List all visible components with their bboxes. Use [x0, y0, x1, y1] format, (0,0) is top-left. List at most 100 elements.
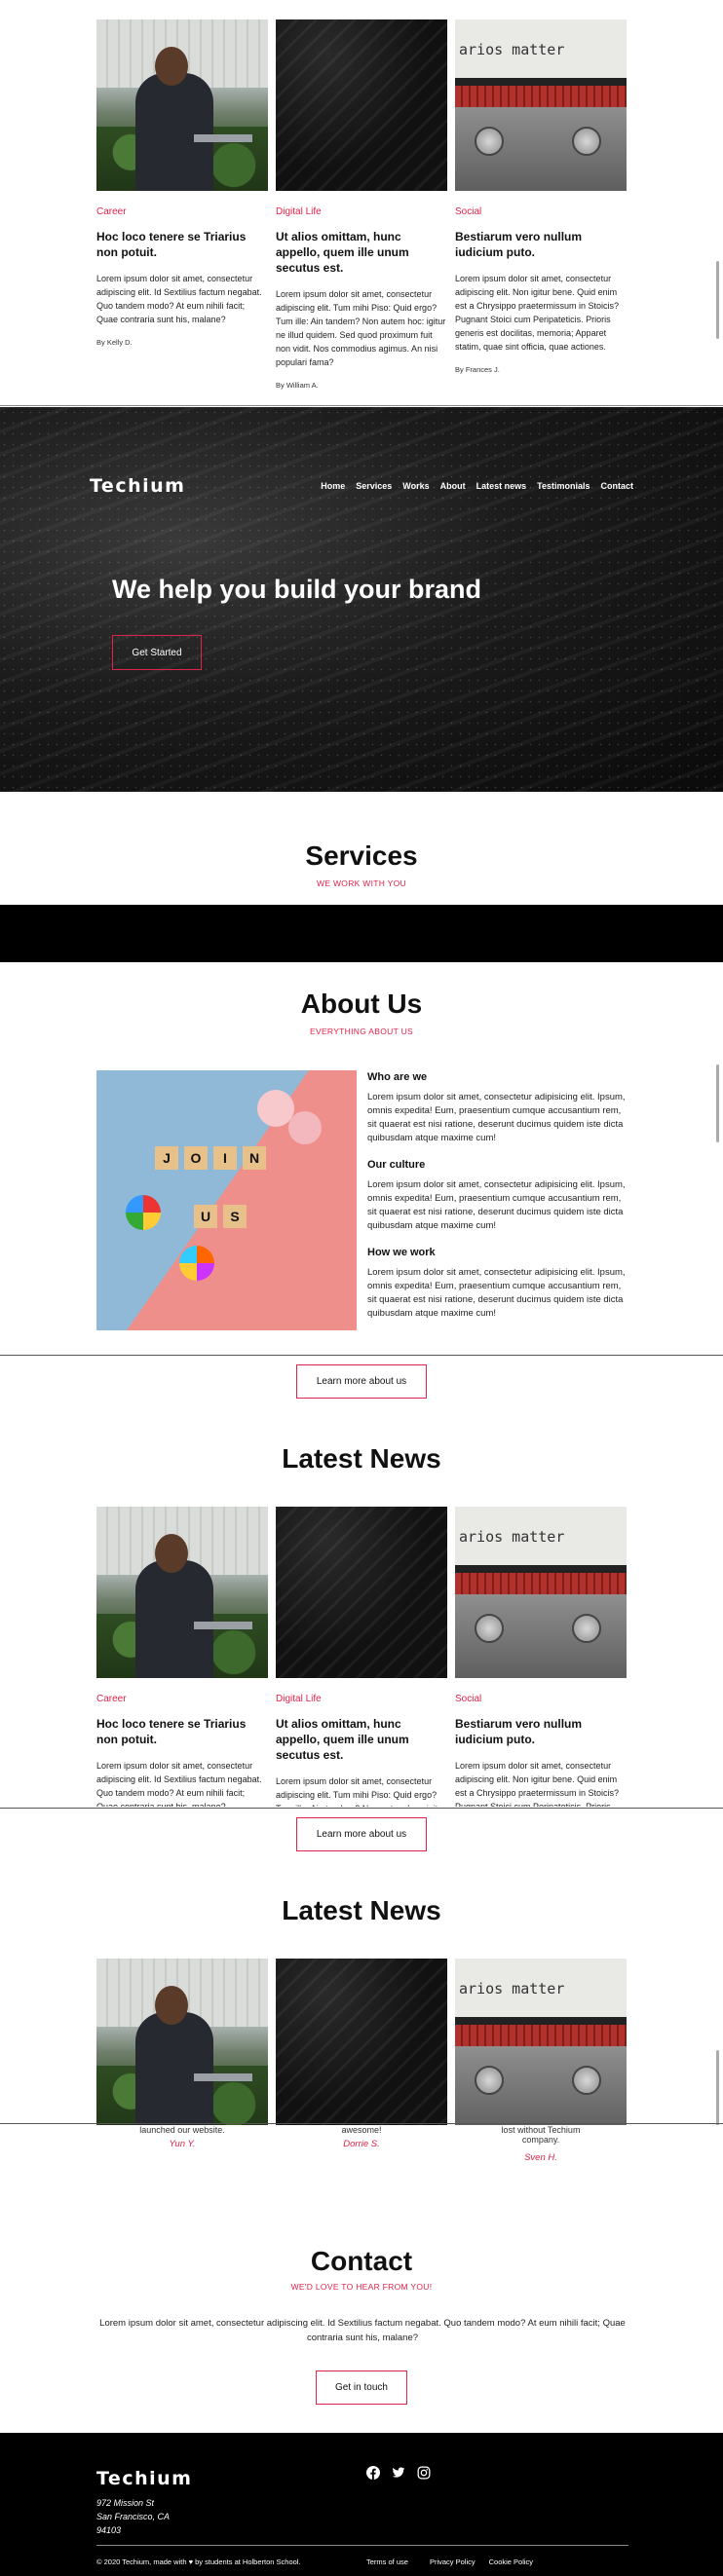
news-title[interactable]: Ut alios omittam, hunc appello, quem ill…: [276, 229, 447, 276]
social-icons: [366, 2466, 431, 2480]
get-started-button[interactable]: Get Started: [112, 635, 202, 670]
us-tiles: U S: [194, 1205, 247, 1228]
divider: [0, 1355, 723, 1356]
learn-more-button[interactable]: Learn more about us: [296, 1364, 427, 1399]
news-excerpt: Lorem ipsum dolor sit amet, consectetur …: [96, 1761, 262, 1807]
learn-more-button[interactable]: Learn more about us: [296, 1817, 427, 1851]
news-author: By Kelly D.: [96, 338, 133, 347]
news-card[interactable]: arios matter Social Bestiarum vero nullu…: [455, 19, 627, 390]
testimonial-text: launched our website.: [139, 2125, 225, 2135]
scrollbar-thumb[interactable]: [716, 261, 719, 339]
news-photo: arios matter: [455, 1507, 627, 1678]
news-category[interactable]: Career: [96, 206, 268, 217]
tile: J: [155, 1146, 178, 1170]
join-tiles: J O I N: [155, 1146, 266, 1170]
footer-links: Terms of use Privacy Policy Cookie Polic…: [353, 2557, 533, 2566]
about-paragraph: Lorem ipsum dolor sit amet, consectetur …: [367, 1179, 626, 1231]
divider: [0, 405, 723, 406]
news-card[interactable]: Career Hoc loco tenere se Triarius non p…: [96, 1507, 268, 1807]
news-excerpt: Lorem ipsum dolor sit amet, consectetur …: [276, 289, 446, 367]
latest-news-title: Latest News: [282, 1895, 441, 1925]
news-photo: arios matter: [455, 19, 627, 191]
nav-testimonials[interactable]: Testimonials: [537, 481, 590, 491]
nav-works[interactable]: Works: [402, 481, 429, 491]
twitter-icon[interactable]: [392, 2466, 405, 2480]
news-title[interactable]: Bestiarum vero nullum iudicium puto.: [455, 1716, 627, 1747]
hero-headline: We help you build your brand: [112, 575, 482, 604]
testimonials-strip: launched our website. Yun Y. awesome! Do…: [0, 2125, 723, 2184]
services-title: Services: [305, 840, 418, 871]
scrollbar-thumb[interactable]: [716, 1064, 719, 1142]
nav-home[interactable]: Home: [321, 481, 345, 491]
news-photo[interactable]: arios matter: [455, 1959, 627, 2130]
nav-contact[interactable]: Contact: [601, 481, 634, 491]
lollipop-icon: [179, 1246, 214, 1281]
news-category[interactable]: Career: [96, 1694, 268, 1704]
tile: I: [213, 1146, 237, 1170]
about-title: About Us: [300, 989, 423, 1019]
about-image: J O I N U S: [96, 1070, 357, 1330]
about-paragraph: Lorem ipsum dolor sit amet, consectetur …: [367, 1267, 626, 1319]
news-photo[interactable]: [276, 1959, 447, 2130]
news-photo: [276, 19, 447, 191]
tile: U: [194, 1205, 217, 1228]
news-category[interactable]: Social: [455, 1694, 627, 1704]
facebook-icon[interactable]: [366, 2466, 380, 2480]
news-title[interactable]: Bestiarum vero nullum iudicium puto.: [455, 229, 627, 260]
testimonial-name: Sven H.: [524, 2152, 557, 2163]
lollipop-icon: [126, 1195, 161, 1230]
news-category[interactable]: Digital Life: [276, 206, 447, 217]
news-grid-top: Career Hoc loco tenere se Triarius non p…: [96, 19, 627, 390]
about-subtitle: EVERYTHING ABOUT US: [310, 1027, 413, 1036]
nav-about[interactable]: About: [440, 481, 466, 491]
cookie-link[interactable]: Cookie Policy: [489, 2557, 533, 2566]
news-card[interactable]: Career Hoc loco tenere se Triarius non p…: [96, 19, 268, 390]
divider: [0, 2123, 723, 2124]
logo[interactable]: Techium: [90, 475, 185, 497]
terms-link[interactable]: Terms of use: [366, 2557, 408, 2566]
nav-latest-news[interactable]: Latest news: [476, 481, 527, 491]
scrollbar-thumb[interactable]: [716, 2050, 719, 2128]
about-heading: How we work: [367, 1247, 436, 1258]
services-subtitle: WE WORK WITH YOU: [317, 878, 406, 888]
about-heading: Who are we: [367, 1071, 428, 1083]
testimonial-name: Yun Y.: [169, 2139, 196, 2149]
news-card[interactable]: Digital Life Ut alios omittam, hunc appe…: [276, 19, 447, 390]
instagram-icon[interactable]: [417, 2466, 431, 2480]
news-title[interactable]: Ut alios omittam, hunc appello, quem ill…: [276, 1716, 447, 1763]
news-excerpt: Lorem ipsum dolor sit amet, consectetur …: [96, 274, 262, 324]
testimonial-text: lost without Techium company.: [501, 2125, 581, 2145]
news-photo: [96, 1507, 268, 1678]
news-author: By William A.: [276, 381, 319, 390]
testimonial-name: Dorrie S.: [343, 2139, 380, 2149]
news-title[interactable]: Hoc loco tenere se Triarius non potuit.: [96, 1716, 268, 1747]
news-category[interactable]: Social: [455, 206, 627, 217]
hero-section: Techium Home Services Works About Latest…: [0, 407, 723, 792]
nav-services[interactable]: Services: [356, 481, 392, 491]
typewriter-text: arios matter: [459, 41, 565, 58]
services-band: [0, 905, 723, 962]
contact-title: Contact: [310, 2246, 413, 2276]
divider: [0, 1808, 723, 1809]
typewriter-text: arios matter: [459, 1528, 565, 1546]
about-heading: Our culture: [367, 1159, 426, 1171]
news-category[interactable]: Digital Life: [276, 1694, 447, 1704]
latest-news-title: Latest News: [282, 1443, 441, 1474]
news-card[interactable]: Digital Life Ut alios omittam, hunc appe…: [276, 1507, 447, 1807]
news-photo-row: arios matter: [96, 1959, 627, 2130]
news-grid-clip: Career Hoc loco tenere se Triarius non p…: [96, 1507, 628, 1807]
news-title[interactable]: Hoc loco tenere se Triarius non potuit.: [96, 229, 268, 260]
footer-address: 972 Mission St San Francisco, CA 94103: [96, 2496, 170, 2537]
footer-credit: © 2020 Techium, made with ♥ by students …: [96, 2557, 301, 2566]
news-photo[interactable]: [96, 1959, 268, 2130]
address-line: 972 Mission St: [96, 2498, 155, 2508]
tile: N: [243, 1146, 266, 1170]
footer: Techium 972 Mission St San Francisco, CA…: [0, 2433, 723, 2576]
news-card[interactable]: arios matter Social Bestiarum vero nullu…: [455, 1507, 627, 1807]
address-line: San Francisco, CA: [96, 2512, 171, 2521]
footer-logo[interactable]: Techium: [96, 2468, 192, 2489]
get-in-touch-button[interactable]: Get in touch: [316, 2371, 407, 2405]
privacy-link[interactable]: Privacy Policy: [430, 2557, 476, 2566]
testimonial-text: awesome!: [341, 2125, 382, 2135]
address-line: 94103: [96, 2525, 122, 2535]
